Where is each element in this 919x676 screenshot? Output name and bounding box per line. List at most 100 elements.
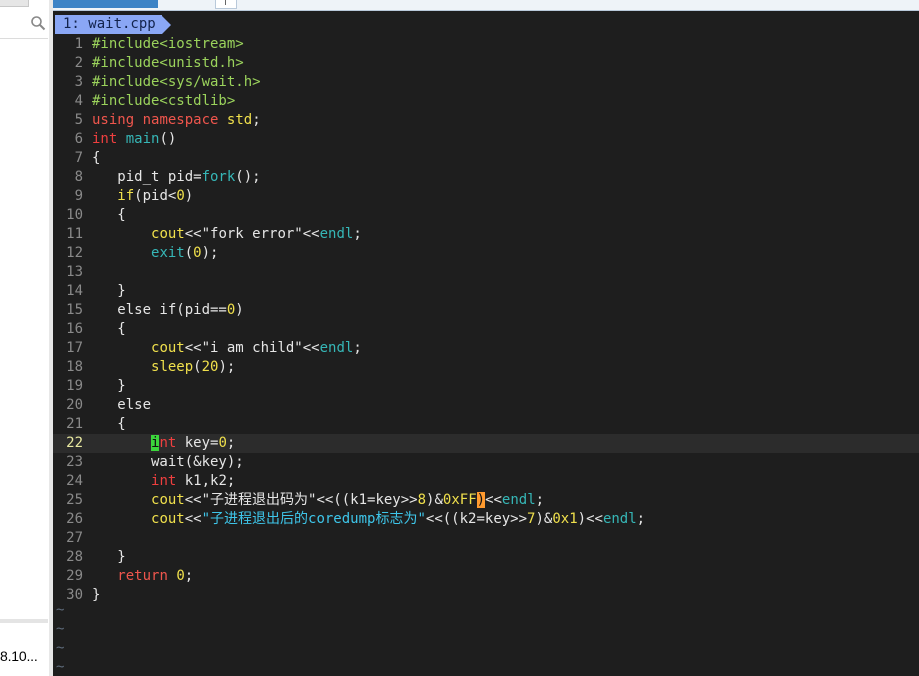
code-area[interactable]: 1 #include<iostream> 2 #include<unistd.h> 3 #… — [53, 35, 919, 605]
code-line[interactable]: 25 cout<<"子进程退出码为"<<((k1=key>>8)&0xFF)<<… — [53, 491, 919, 510]
code-token: endl — [319, 340, 354, 356]
code-token: << — [184, 492, 202, 508]
line-number: 22 — [66, 435, 83, 451]
code-token: namespace — [142, 112, 219, 128]
session-tab-active[interactable] — [53, 0, 158, 8]
line-number: 15 — [66, 302, 83, 318]
code-line[interactable]: 15 else if(pid==0) — [53, 301, 919, 320]
line-source: sleep(20); — [92, 358, 235, 377]
new-tab-button[interactable] — [215, 0, 237, 9]
code-token: << — [184, 511, 202, 527]
line-number: 18 — [66, 359, 83, 375]
line-number: 16 — [66, 321, 83, 337]
code-token: << — [302, 340, 320, 356]
code-token: wait(&key); — [92, 454, 244, 470]
code-token: 0 — [176, 188, 185, 204]
code-line[interactable]: 8 pid_t pid=fork(); — [53, 168, 919, 187]
line-number: 13 — [66, 264, 83, 280]
sidebar-truncated-label[interactable]: 8.10... — [0, 648, 38, 664]
code-token: nt — [159, 435, 177, 451]
terminal-vim-editor[interactable]: 1: wait.cpp 1 #include<iostream> 2 #include… — [53, 11, 919, 676]
code-token: cout — [151, 226, 185, 242]
line-source: cout<<"fork error"<<endl; — [92, 225, 362, 244]
code-token: exit — [151, 245, 185, 261]
code-line[interactable]: 18 sleep(20); — [53, 358, 919, 377]
code-token: 0 — [218, 435, 227, 451]
line-source: cout<<"子进程退出后的coredump标志为"<<((k2=key>>7)… — [92, 510, 645, 529]
line-source: if(pid<0) — [92, 187, 193, 206]
code-line[interactable]: 27 — [53, 529, 919, 548]
code-line[interactable]: 29 return 0; — [53, 567, 919, 586]
code-line[interactable]: 4 #include<cstdlib> — [53, 92, 919, 111]
line-number: 27 — [66, 530, 83, 546]
code-line[interactable]: 7{ — [53, 149, 919, 168]
line-number: 26 — [66, 511, 83, 527]
sidebar-search-bar[interactable] — [0, 8, 48, 39]
code-token: ; — [636, 511, 646, 527]
file-sidebar: 8.10... — [0, 0, 50, 676]
code-token: endl — [319, 226, 354, 242]
line-number: 4 — [74, 93, 83, 109]
code-line[interactable]: 28 } — [53, 548, 919, 567]
code-line[interactable]: 30} — [53, 586, 919, 605]
code-line[interactable]: 14 } — [53, 282, 919, 301]
line-source: cout<<"i am child"<<endl; — [92, 339, 362, 358]
code-token: 0xFF — [442, 492, 477, 508]
code-line[interactable]: 12 exit(0); — [53, 244, 919, 263]
code-line[interactable]: 19 } — [53, 377, 919, 396]
line-number: 2 — [74, 55, 83, 71]
line-number: 7 — [74, 150, 83, 166]
code-line[interactable]: 16 { — [53, 320, 919, 339]
line-number: 28 — [66, 549, 83, 565]
code-line[interactable]: 5 using namespace std; — [53, 111, 919, 130]
code-token: 0x1 — [552, 511, 578, 527]
code-token: #include<iostream> — [92, 36, 244, 52]
line-source: #include<unistd.h> — [92, 54, 244, 73]
sidebar-tab-stub[interactable] — [0, 0, 29, 7]
code-line[interactable]: 3 #include<sys/wait.h> — [53, 73, 919, 92]
session-tab-bar — [53, 0, 919, 11]
code-line[interactable]: 10 { — [53, 206, 919, 225]
code-line[interactable]: 17 cout<<"i am child"<<endl; — [53, 339, 919, 358]
code-token: cout — [151, 492, 185, 508]
code-token: main — [125, 131, 160, 147]
code-line[interactable]: 2 #include<unistd.h> — [53, 54, 919, 73]
code-line-current[interactable]: 22 int key=0; — [53, 434, 919, 453]
code-line[interactable]: 26 cout<<"子进程退出后的coredump标志为"<<((k2=key>… — [53, 510, 919, 529]
code-line[interactable]: 11 cout<<"fork error"<<endl; — [53, 225, 919, 244]
code-line[interactable]: 24 int k1,k2; — [53, 472, 919, 491]
code-line[interactable]: 20 else — [53, 396, 919, 415]
empty-buffer-line-marker: ~ — [56, 640, 65, 656]
code-token: ) — [184, 188, 194, 204]
line-number: 6 — [74, 131, 83, 147]
code-line[interactable]: 9 if(pid<0) — [53, 187, 919, 206]
line-source: } — [92, 586, 100, 605]
line-source: { — [92, 206, 125, 225]
code-token: #include<sys/wait.h> — [92, 74, 261, 90]
code-token: << — [184, 340, 202, 356]
line-source: else if(pid==0) — [92, 301, 243, 320]
line-source: } — [92, 282, 125, 301]
code-line[interactable]: 23 wait(&key); — [53, 453, 919, 472]
search-icon[interactable] — [30, 15, 46, 31]
line-source: wait(&key); — [92, 453, 244, 472]
line-number: 9 — [74, 188, 83, 204]
code-token: ; — [252, 112, 261, 128]
code-line[interactable]: 1 #include<iostream> — [53, 35, 919, 54]
vim-buffer-tab[interactable]: 1: wait.cpp — [55, 15, 171, 34]
code-token: ; — [353, 226, 362, 242]
code-line[interactable]: 21 { — [53, 415, 919, 434]
code-token: fork — [201, 169, 236, 185]
code-token: #include<cstdlib> — [92, 93, 236, 109]
code-line[interactable]: 6 int main() — [53, 130, 919, 149]
code-line[interactable]: 13 — [53, 263, 919, 282]
code-token: using — [92, 112, 135, 128]
